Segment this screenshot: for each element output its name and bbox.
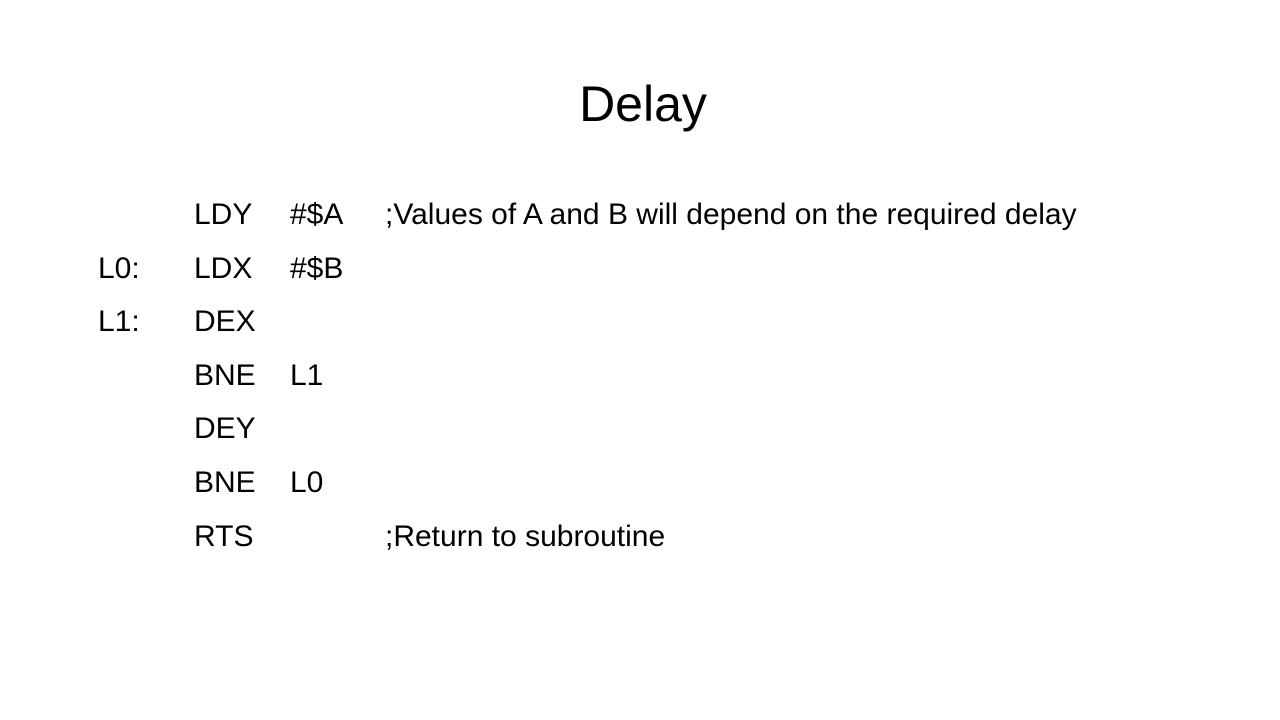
line-comment: ;Values of A and B will depend on the re…	[385, 198, 1077, 231]
line-opcode: DEY	[194, 412, 256, 446]
line-opcode: LDY	[194, 198, 253, 231]
code-line: LDY #$A ;Values of A and B will depend o…	[98, 188, 1258, 242]
line-label: L1:	[98, 305, 140, 339]
code-line: BNE L0	[98, 456, 1258, 510]
line-operand: #$B	[290, 251, 344, 285]
code-line: BNE L1	[98, 349, 1258, 403]
line-label: L0:	[98, 251, 140, 285]
code-line: L1: DEX	[98, 295, 1258, 349]
code-line: RTS ;Return to subroutine	[98, 510, 1258, 564]
code-line: L0: LDX #$B	[98, 242, 1258, 296]
line-operand: #$A	[290, 198, 344, 231]
line-opcode: RTS	[194, 519, 254, 553]
line-opcode: LDX	[194, 251, 253, 285]
line-opcode: BNE	[194, 465, 256, 499]
code-line: DEY	[98, 402, 1258, 456]
line-operand: L0	[290, 465, 324, 499]
line-opcode: DEX	[194, 305, 256, 339]
line-comment: ;Return to subroutine	[385, 519, 666, 553]
code-listing: LDY #$A ;Values of A and B will depend o…	[98, 188, 1258, 563]
slide-title: Delay	[579, 76, 707, 132]
slide: Delay LDY #$A ;Values of A and B will de…	[0, 0, 1280, 720]
line-opcode: BNE	[194, 358, 256, 392]
line-operand: L1	[290, 358, 324, 392]
